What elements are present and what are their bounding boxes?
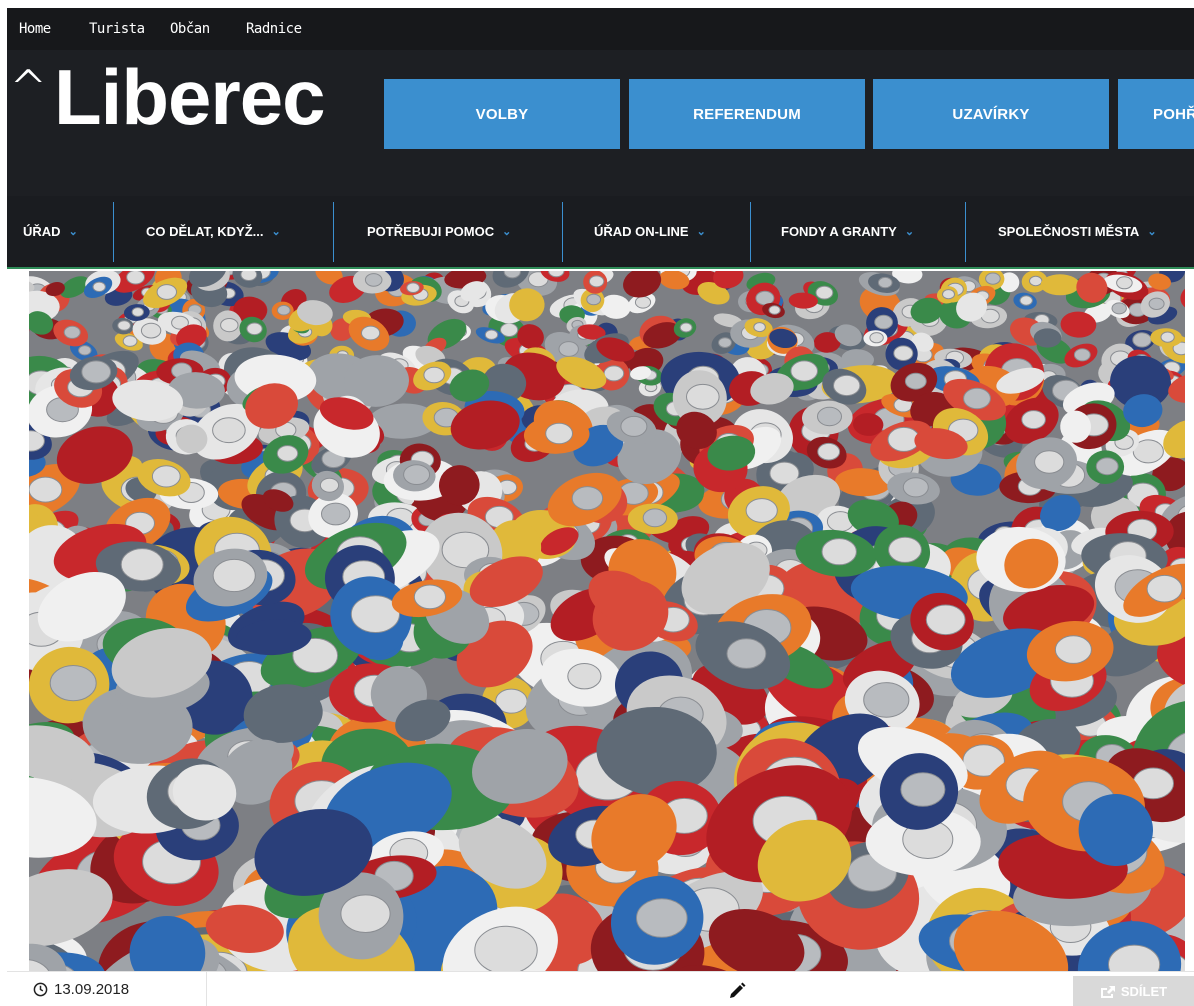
nav-divider — [965, 202, 966, 262]
share-button[interactable]: SDÍLET — [1073, 976, 1194, 1006]
site-header: Home Turista Občan Radnice ^ Liberec VOL… — [7, 8, 1194, 196]
nav-divider — [562, 202, 563, 262]
chevron-down-icon: ⌄ — [68, 226, 78, 238]
nav-co-delat[interactable]: CO DĚLAT, KDYŽ... ⌄ — [146, 196, 281, 267]
nav-divider — [750, 202, 751, 262]
nav-fondy-a-granty[interactable]: FONDY A GRANTY ⌄ — [781, 196, 914, 267]
clock-icon — [33, 982, 48, 997]
crushed-cans-image — [29, 271, 1185, 971]
quick-button-volby[interactable]: VOLBY — [384, 79, 620, 149]
share-icon — [1100, 985, 1115, 998]
nav-label: ÚŘAD — [23, 224, 61, 239]
toplink-radnice[interactable]: Radnice — [246, 21, 302, 37]
quick-button-uzavirky[interactable]: UZAVÍRKY — [873, 79, 1109, 149]
nav-label: POTŘEBUJI POMOC — [367, 224, 495, 239]
nav-label: FONDY A GRANTY — [781, 224, 897, 239]
pencil-icon[interactable] — [727, 981, 747, 1001]
nav-divider — [333, 202, 334, 262]
nav-label: SPOLEČNOSTI MĚSTA — [998, 224, 1140, 239]
article-photo — [29, 271, 1185, 971]
toplink-obcan[interactable]: Občan — [170, 21, 210, 37]
nav-label: CO DĚLAT, KDYŽ... — [146, 224, 264, 239]
article-date-box: 13.09.2018 — [7, 972, 207, 1006]
nav-urad-online[interactable]: ÚŘAD ON-LINE ⌄ — [594, 196, 706, 267]
nav-label: ÚŘAD ON-LINE — [594, 224, 689, 239]
article-meta-bar: 13.09.2018 SDÍLET — [7, 971, 1194, 1006]
toplink-home[interactable]: Home — [19, 21, 51, 37]
nav-potrebuji-pomoc[interactable]: POTŘEBUJI POMOC ⌄ — [367, 196, 511, 267]
main-nav: ÚŘAD ⌄ CO DĚLAT, KDYŽ... ⌄ POTŘEBUJI POM… — [7, 196, 1194, 269]
logo-caret: ^ — [9, 60, 48, 114]
site-logo[interactable]: ^ Liberec — [9, 58, 377, 138]
logo-text: Liberec — [54, 53, 325, 141]
share-label: SDÍLET — [1120, 984, 1168, 999]
chevron-down-icon: ⌄ — [696, 226, 706, 238]
top-strip — [0, 0, 1194, 8]
nav-urad[interactable]: ÚŘAD ⌄ — [23, 196, 78, 267]
nav-spolecnosti-mesta[interactable]: SPOLEČNOSTI MĚSTA ⌄ — [998, 196, 1157, 267]
chevron-down-icon: ⌄ — [502, 226, 512, 238]
chevron-down-icon: ⌄ — [904, 226, 915, 238]
top-links-bar: Home Turista Občan Radnice — [7, 8, 1194, 50]
article-date: 13.09.2018 — [54, 981, 130, 998]
toplink-turista[interactable]: Turista — [89, 21, 145, 37]
chevron-down-icon: ⌄ — [1147, 226, 1157, 238]
chevron-down-icon: ⌄ — [271, 226, 281, 238]
quick-button-pohr[interactable]: POHŘ — [1118, 79, 1194, 149]
quick-button-referendum[interactable]: REFERENDUM — [629, 79, 865, 149]
nav-divider — [113, 202, 114, 262]
